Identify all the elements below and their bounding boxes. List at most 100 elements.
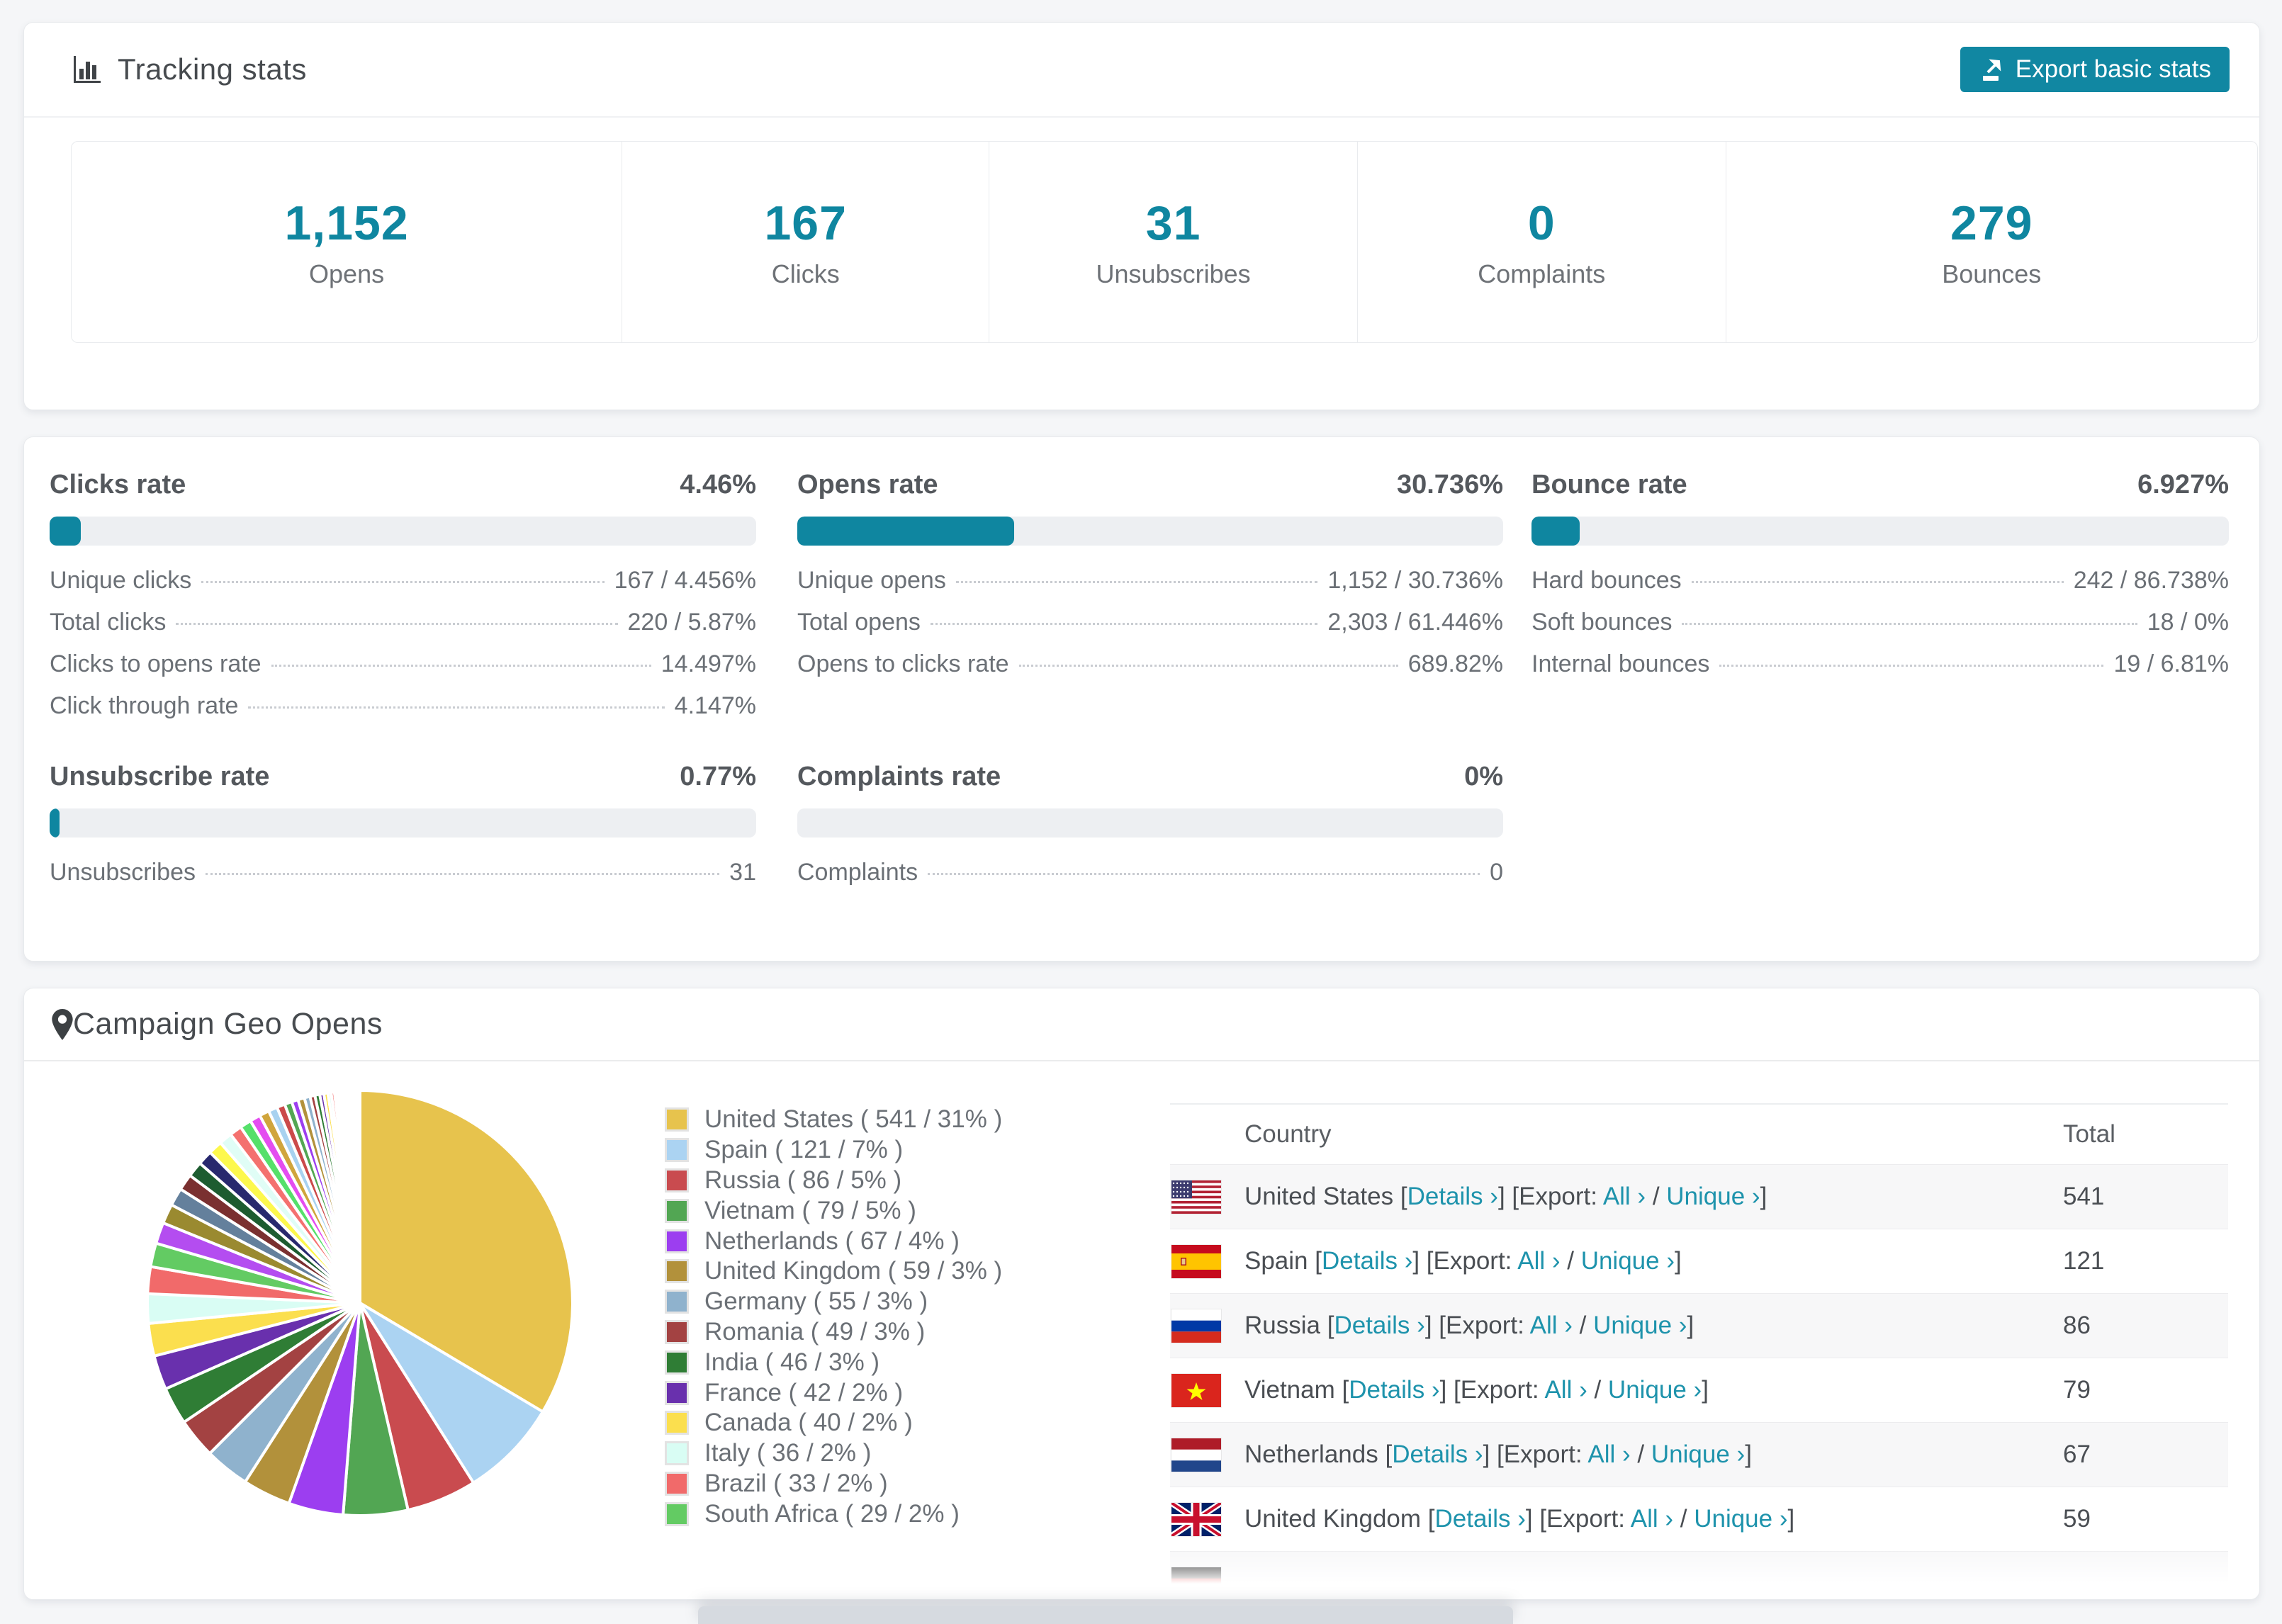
pie-slice [357, 1088, 361, 1304]
country-cell: Netherlands [Details ›] [Export: All › /… [1244, 1440, 1752, 1468]
dotted-leader [1018, 665, 1398, 667]
table-row: Russia [Details ›] [Export: All › / Uniq… [1170, 1293, 2228, 1358]
total-cell: 86 [2063, 1312, 2091, 1339]
bounce-rate-title: Bounce rate [1531, 470, 1687, 500]
rate-stat-label: Unsubscribes [50, 859, 196, 886]
geo-opens-header: Campaign Geo Opens [24, 988, 2259, 1061]
bounce-rate-block: Bounce rate 6.927% Hard bounces 242 / 86.… [1531, 470, 2229, 692]
details-link[interactable]: Details › [1407, 1183, 1498, 1210]
legend-item: Germany ( 55 / 3% ) [665, 1287, 1002, 1317]
legend-label: Germany ( 55 / 3% ) [704, 1287, 928, 1316]
opens-rate-percent: 30.736% [1396, 470, 1503, 500]
table-row: Netherlands [Details ›] [Export: All › /… [1170, 1422, 2228, 1487]
export-all-link[interactable]: All › [1587, 1440, 1630, 1468]
total-cell: 79 [2063, 1376, 2091, 1404]
rate-stat-label: Click through rate [50, 692, 239, 719]
rate-stat-label: Internal bounces [1531, 650, 1710, 677]
legend-label: Netherlands ( 67 / 4% ) [704, 1227, 960, 1255]
legend-label: Vietnam ( 79 / 5% ) [704, 1196, 916, 1224]
country-flag-icon [1170, 1567, 1221, 1599]
legend-item: South Africa ( 29 / 2% ) [665, 1499, 1002, 1529]
details-link[interactable]: Details › [1435, 1505, 1526, 1533]
rate-stat-row: Click through rate 4.147% [50, 692, 756, 734]
export-unique-link[interactable]: Unique › [1593, 1312, 1687, 1339]
export-all-link[interactable]: All › [1544, 1376, 1587, 1404]
rate-stat-row: Opens to clicks rate 689.82% [797, 650, 1503, 692]
dotted-leader [271, 665, 651, 667]
legend-swatch [665, 1350, 689, 1375]
export-unique-link[interactable]: Unique › [1694, 1505, 1787, 1533]
legend-label: Canada ( 40 / 2% ) [704, 1409, 913, 1437]
dotted-leader [955, 581, 1318, 583]
legend-label: United States ( 541 / 31% ) [704, 1105, 1003, 1134]
legend-label: France ( 42 / 2% ) [704, 1378, 904, 1406]
unsubscribe-rate-block: Unsubscribe rate 0.77% Unsubscribes 31 [50, 762, 756, 901]
rate-stat-label: Opens to clicks rate [797, 650, 1009, 677]
export-unique-link[interactable]: Unique › [1608, 1376, 1702, 1404]
column-header-country: Country [1244, 1120, 1332, 1148]
details-link[interactable]: Details › [1322, 1247, 1412, 1275]
page-title: Tracking stats [118, 52, 307, 86]
legend-swatch [665, 1471, 689, 1496]
legend-swatch [665, 1168, 689, 1192]
complaints-rate-percent: 0% [1464, 762, 1503, 791]
geo-opens-legend: United States ( 541 / 31% ) Spain ( 121 … [665, 1105, 1002, 1529]
legend-label: Spain ( 121 / 7% ) [704, 1136, 904, 1164]
table-row: United States [Details ›] [Export: All ›… [1170, 1164, 2228, 1229]
total-cell: 121 [2063, 1247, 2105, 1275]
country-cell: Russia [Details ›] [Export: All › / Uniq… [1244, 1312, 1694, 1339]
total-cell: 59 [2063, 1505, 2091, 1533]
dotted-leader [176, 623, 618, 625]
country-flag-icon [1170, 1502, 1221, 1536]
stat-label: Opens [309, 259, 385, 288]
geo-opens-card: Campaign Geo Opens United States ( 541 /… [23, 988, 2260, 1600]
stat-box-unsubscribes: 31 Unsubscribes [989, 142, 1358, 342]
legend-swatch [665, 1107, 689, 1132]
rate-stat-label: Total opens [797, 609, 921, 636]
rate-stat-label: Clicks to opens rate [50, 650, 262, 677]
details-link[interactable]: Details › [1349, 1376, 1439, 1404]
export-unique-link[interactable]: Unique › [1651, 1440, 1745, 1468]
rate-stat-label: Hard bounces [1531, 567, 1682, 594]
rate-stat-row: Unique opens 1,152 / 30.736% [797, 567, 1503, 609]
legend-label: South Africa ( 29 / 2% ) [704, 1499, 960, 1528]
export-unique-link[interactable]: Unique › [1581, 1247, 1675, 1275]
rate-stat-row: Clicks to opens rate 14.497% [50, 650, 756, 692]
dotted-leader [1719, 665, 2104, 667]
legend-item: Brazil ( 33 / 2% ) [665, 1469, 1002, 1499]
details-link[interactable]: Details › [1334, 1312, 1424, 1339]
stat-box-complaints: 0 Complaints [1358, 142, 1726, 342]
export-button-label: Export basic stats [2015, 55, 2211, 83]
rate-stat-value: 31 [729, 859, 756, 886]
export-all-link[interactable]: All › [1530, 1312, 1573, 1339]
rate-stat-value: 4.147% [674, 692, 756, 719]
rate-stat-value: 167 / 4.456% [614, 567, 756, 594]
export-all-link[interactable]: All › [1517, 1247, 1560, 1275]
bounce-rate-percent: 6.927% [2137, 470, 2229, 500]
legend-item: United States ( 541 / 31% ) [665, 1105, 1002, 1135]
rate-stat-value: 689.82% [1407, 650, 1503, 677]
legend-swatch [665, 1229, 689, 1253]
legend-swatch [665, 1198, 689, 1223]
export-unique-link[interactable]: Unique › [1666, 1183, 1760, 1210]
rate-stat-value: 19 / 6.81% [2113, 650, 2229, 677]
legend-item: Vietnam ( 79 / 5% ) [665, 1195, 1002, 1226]
legend-item: Canada ( 40 / 2% ) [665, 1408, 1002, 1438]
legend-item: India ( 46 / 3% ) [665, 1347, 1002, 1377]
rate-stat-label: Total clicks [50, 609, 167, 636]
export-basic-stats-button[interactable]: Export basic stats [1960, 47, 2230, 92]
rate-stat-value: 242 / 86.738% [2073, 567, 2229, 594]
rate-stat-row: Internal bounces 19 / 6.81% [1531, 650, 2229, 692]
rate-stat-value: 0 [1490, 859, 1503, 886]
complaints-rate-title: Complaints rate [797, 762, 1001, 791]
export-icon [1979, 56, 2006, 83]
stat-label: Bounces [1942, 259, 2042, 288]
export-all-link[interactable]: All › [1631, 1505, 1673, 1533]
country-flag-icon [1170, 1309, 1221, 1343]
table-row [1170, 1551, 2228, 1599]
rate-stat-label: Unique opens [797, 567, 946, 594]
column-header-total: Total [2063, 1120, 2115, 1148]
details-link[interactable]: Details › [1392, 1440, 1483, 1468]
total-cell: 541 [2063, 1183, 2105, 1210]
export-all-link[interactable]: All › [1603, 1183, 1646, 1210]
